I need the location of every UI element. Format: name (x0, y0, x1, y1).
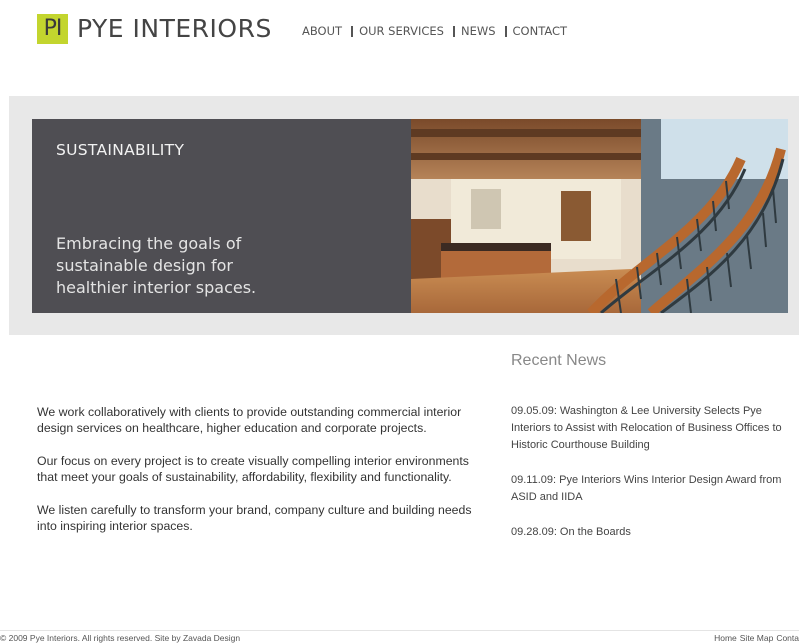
main-nav: ABOUT OUR SERVICES NEWS CONTACT (302, 24, 567, 38)
hero-title: SUSTAINABILITY (56, 141, 185, 159)
recent-news: Recent News 09.05.09: Washington & Lee U… (511, 352, 786, 559)
news-item[interactable]: 09.28.09: On the Boards (511, 524, 786, 541)
hero-tagline-line: sustainable design for (56, 256, 233, 275)
hero-tagline-line: healthier interior spaces. (56, 278, 257, 297)
footer-links: Home Site Map Conta (714, 633, 799, 643)
footer-link-contact[interactable]: Conta (776, 633, 799, 643)
footer-link-site-map[interactable]: Site Map (740, 633, 774, 643)
hero-text-panel: SUSTAINABILITY Embracing the goals of su… (32, 119, 411, 313)
footer-divider (0, 630, 799, 631)
nav-separator (351, 25, 354, 37)
nav-separator (504, 25, 507, 37)
nav-our-services[interactable]: OUR SERVICES (359, 24, 444, 38)
nav-news[interactable]: NEWS (461, 24, 496, 38)
logo-wordmark: PYE INTERIORS (77, 14, 272, 43)
site-logo[interactable]: PI PYE INTERIORS (37, 14, 272, 44)
news-item[interactable]: 09.05.09: Washington & Lee University Se… (511, 403, 786, 454)
nav-separator (452, 25, 455, 37)
intro-paragraph: We work collaboratively with clients to … (37, 405, 462, 435)
nav-about[interactable]: ABOUT (302, 24, 342, 38)
nav-contact[interactable]: CONTACT (513, 24, 568, 38)
footer-copyright: © 2009 Pye Interiors. All rights reserve… (0, 633, 241, 643)
news-item[interactable]: 09.11.09: Pye Interiors Wins Interior De… (511, 472, 786, 506)
intro-paragraph: We listen carefully to transform your br… (37, 503, 472, 533)
logo-mark: PI (37, 14, 68, 44)
hero-interior-photo (411, 119, 788, 313)
hero-tagline-line: Embracing the goals of (56, 234, 242, 253)
news-heading: Recent News (511, 352, 607, 369)
footer-link-home[interactable]: Home (714, 633, 737, 643)
intro-paragraph: Our focus on every project is to create … (37, 454, 469, 484)
intro-text: We work collaboratively with clients to … (37, 404, 477, 551)
hero-tagline: Embracing the goals of sustainable desig… (56, 233, 256, 299)
